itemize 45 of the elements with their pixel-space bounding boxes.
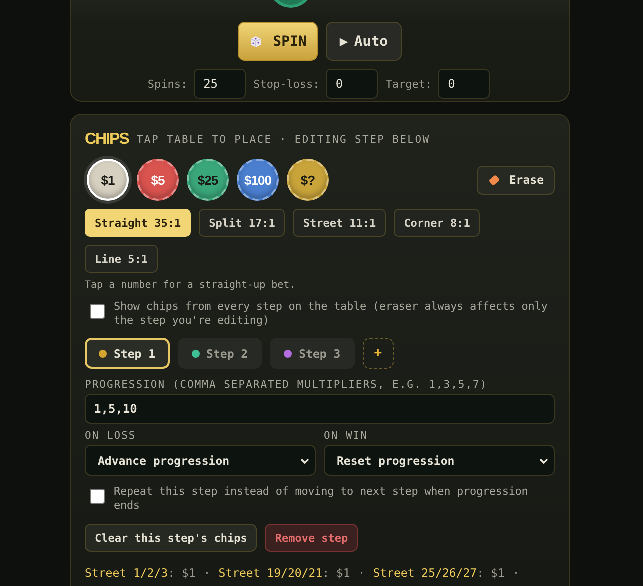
dice-icon: [249, 34, 264, 48]
checkbox-label: Show chips from every step on the table (eraser always affects only the step you're editing): [114, 300, 549, 328]
add-step-button[interactable]: +: [362, 338, 394, 369]
bet-summary: Street 25/26/27: $1: [373, 566, 505, 580]
panel-title: CHIPS: [85, 131, 129, 149]
step-tab[interactable]: Step 3: [270, 338, 355, 369]
loss-select[interactable]: Advance progression: [85, 445, 316, 476]
number-field[interactable]: 25: [194, 69, 246, 99]
checkbox-label: Repeat this step instead of moving to next step when progression ends: [114, 485, 530, 513]
chip-button[interactable]: $?: [287, 159, 329, 201]
step-tab[interactable]: Step 1: [85, 338, 170, 369]
bet-summary: Street 19/20/21: $1: [218, 566, 350, 580]
step-tab[interactable]: Step 2: [178, 338, 262, 369]
win-select[interactable]: Reset progression: [324, 445, 555, 476]
separator: ·: [358, 566, 366, 580]
clear-chips-button[interactable]: Clear this step's chips: [85, 524, 258, 552]
spin-button[interactable]: SPIN: [238, 22, 318, 61]
separator: ·: [512, 566, 520, 580]
field-label: ON LOSS: [85, 430, 138, 442]
checkbox[interactable]: [90, 489, 105, 504]
remove-step-button[interactable]: Remove step: [265, 524, 358, 552]
field-label: Target:: [386, 78, 432, 90]
progression-field[interactable]: 1,5,10: [85, 394, 555, 424]
chip-button[interactable]: $1: [87, 159, 129, 201]
chip-button[interactable]: $25: [187, 159, 229, 201]
bet-summary: Street 1/2/3: $1: [85, 566, 196, 580]
bet-type-button[interactable]: Split 17:1: [199, 209, 286, 237]
number-field[interactable]: 0: [438, 69, 490, 99]
bet-type-button[interactable]: Street 11:1: [293, 209, 386, 237]
erase-button[interactable]: Erase: [477, 166, 555, 194]
bet-type-button[interactable]: Straight 35:1: [85, 209, 192, 237]
separator: ·: [204, 566, 211, 580]
field-label: Stop-loss:: [254, 78, 320, 90]
bet-type-button[interactable]: Corner 8:1: [394, 209, 480, 237]
panel-subtitle: TAP TABLE TO PLACE · EDITING STEP BELOW: [136, 134, 430, 146]
field-label: PROGRESSION (COMMA SEPARATED MULTIPLIERS, E.G. 1,3,5,7): [85, 379, 489, 391]
hint-text: Tap a number for a straight-up bet.: [85, 280, 297, 291]
number-field[interactable]: 0: [326, 69, 378, 99]
checkbox[interactable]: [90, 304, 105, 319]
field-label: Spins:: [148, 78, 188, 90]
auto-button[interactable]: ▶ Auto: [326, 22, 402, 61]
chip-button[interactable]: $100: [237, 159, 279, 201]
chip-button[interactable]: $5: [137, 159, 179, 201]
field-label: ON WIN: [324, 430, 369, 442]
bet-type-button[interactable]: Line 5:1: [85, 245, 158, 273]
